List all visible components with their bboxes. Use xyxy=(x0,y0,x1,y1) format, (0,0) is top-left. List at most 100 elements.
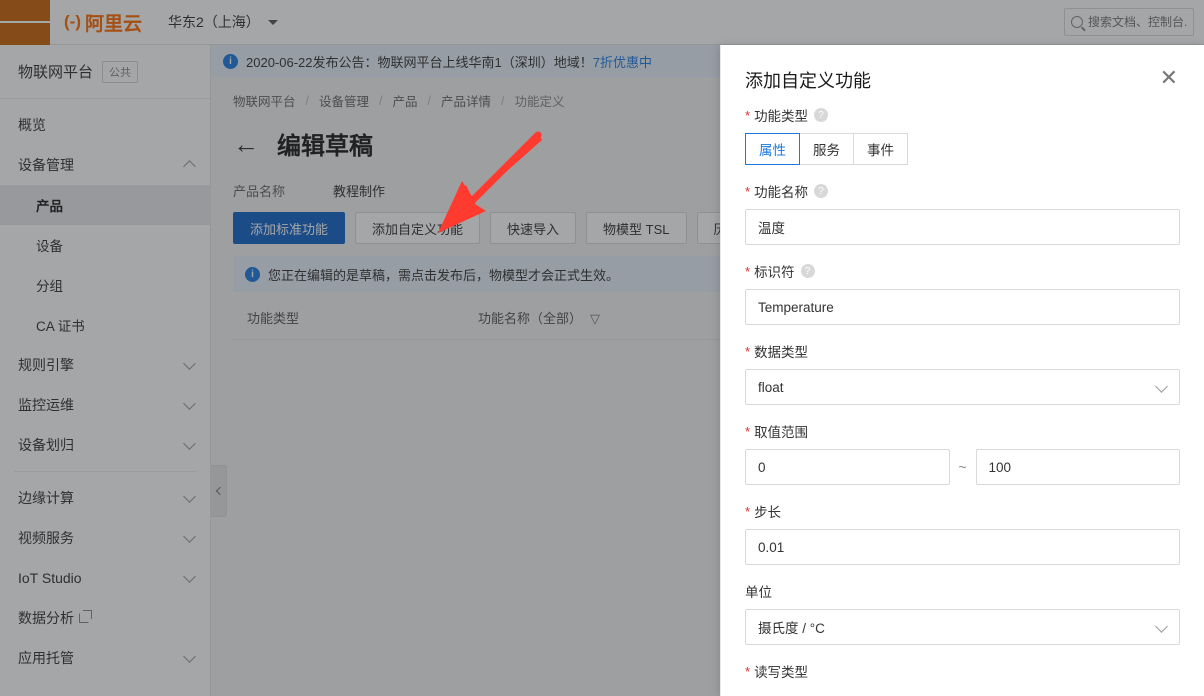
action-button-2[interactable]: 快速导入 xyxy=(490,212,577,244)
label-function-type: * 功能类型 ? xyxy=(745,105,1180,125)
read-write-radio-group: 读写只读 xyxy=(745,689,1180,696)
add-custom-function-drawer: 添加自定义功能 ✕ * 功能类型 ? 属性 服务 事件 * 功能名称 ? 温度 … xyxy=(720,45,1204,696)
action-button-1[interactable]: 添加自定义功能 xyxy=(355,212,481,244)
sidebar-item-label: 产品 xyxy=(36,199,63,214)
action-button-0[interactable]: 添加标准功能 xyxy=(233,212,346,244)
page-title: 编辑草稿 xyxy=(277,133,373,160)
chevron-down-icon xyxy=(183,570,196,583)
close-icon[interactable]: ✕ xyxy=(1158,67,1180,89)
sidebar-item-5[interactable]: CA 证书 xyxy=(0,305,210,345)
chevron-down-icon xyxy=(183,357,196,370)
field-read-write-type: * 读写类型 读写只读 xyxy=(745,661,1180,696)
sidebar-item-4[interactable]: 分组 xyxy=(0,265,210,305)
range-max-input[interactable] xyxy=(975,449,1180,485)
breadcrumb-item-0[interactable]: 物联网平台 xyxy=(233,91,296,110)
help-icon[interactable]: ? xyxy=(814,184,829,198)
breadcrumb-separator: / xyxy=(379,93,383,108)
sidebar-item-7[interactable]: 监控运维 xyxy=(0,385,210,425)
region-selector[interactable]: 华东2（上海） xyxy=(168,12,278,32)
sidebar-item-label: 设备 xyxy=(36,239,63,254)
filter-icon[interactable] xyxy=(590,311,602,327)
sidebar-item-label: IoT Studio xyxy=(18,570,82,586)
sidebar-item-label: 分组 xyxy=(36,279,63,294)
function-type-option-1[interactable]: 服务 xyxy=(799,133,854,165)
label-data-type-text: 数据类型 xyxy=(754,345,809,360)
sidebar-item-1[interactable]: 设备管理 xyxy=(0,145,210,185)
aliyun-mark-icon: (-) xyxy=(64,12,81,31)
drawer-title: 添加自定义功能 xyxy=(745,71,871,91)
sidebar-item-label: 边缘计算 xyxy=(18,490,74,506)
announcement-link[interactable]: 7折优惠中 xyxy=(593,52,652,71)
label-data-type: * 数据类型 xyxy=(745,341,1180,361)
chevron-down-icon xyxy=(183,397,196,410)
range-separator: ~ xyxy=(958,459,967,475)
identifier-input[interactable] xyxy=(745,289,1180,325)
unit-select[interactable] xyxy=(745,609,1180,645)
label-identifier: * 标识符 ? xyxy=(745,261,1180,281)
table-header-function-name-label: 功能名称（全部） xyxy=(478,311,583,326)
breadcrumb-item-1[interactable]: 设备管理 xyxy=(319,91,369,110)
label-unit: 单位 xyxy=(745,581,1180,601)
breadcrumb-separator: / xyxy=(427,93,431,108)
sidebar-item-12[interactable]: 数据分析 xyxy=(0,598,210,638)
sidebar-collapse-handle[interactable] xyxy=(211,465,227,517)
chevron-down-icon xyxy=(183,437,196,450)
unit-select-wrap xyxy=(745,609,1180,645)
sidebar-item-0[interactable]: 概览 xyxy=(0,105,210,145)
data-type-select[interactable] xyxy=(745,369,1180,405)
sidebar-item-8[interactable]: 设备划归 xyxy=(0,425,210,465)
value-range-row: ~ xyxy=(745,449,1180,485)
sidebar-item-10[interactable]: 视频服务 xyxy=(0,518,210,558)
sidebar-item-label: 设备管理 xyxy=(18,157,74,173)
sidebar-item-label: 概览 xyxy=(18,117,46,133)
field-function-type: * 功能类型 ? 属性 服务 事件 xyxy=(745,105,1180,165)
breadcrumb-item-4: 功能定义 xyxy=(514,95,565,109)
external-link-icon xyxy=(79,610,92,623)
label-value-range: * 取值范围 xyxy=(745,421,1180,441)
global-search-input[interactable] xyxy=(1088,15,1187,29)
function-name-input[interactable] xyxy=(745,209,1180,245)
sidebar-item-6[interactable]: 规则引擎 xyxy=(0,345,210,385)
draft-notice-text: 您正在编辑的是草稿，需点击发布后，物模型才会正式生效。 xyxy=(268,267,620,283)
function-type-option-0[interactable]: 属性 xyxy=(745,133,800,165)
label-read-write-type-text: 读写类型 xyxy=(754,665,809,680)
top-navigation-bar: (-) 阿里云 华东2（上海） xyxy=(0,0,1204,45)
sidebar-item-label: 设备划归 xyxy=(18,437,74,453)
chevron-down-icon xyxy=(183,530,196,543)
sidebar-menu: 概览设备管理产品设备分组 CA 证书 规则引擎 监控运维设备划归边缘计算视频服务 IoT… xyxy=(0,99,210,678)
sidebar-item-3[interactable]: 设备 xyxy=(0,225,210,265)
breadcrumb-item-3[interactable]: 产品详情 xyxy=(441,91,491,110)
table-header-function-name: 功能名称（全部） xyxy=(478,308,602,327)
help-icon[interactable]: ? xyxy=(814,108,829,122)
required-marker: * xyxy=(745,263,751,279)
left-sidebar: 物联网平台 公共 概览设备管理产品设备分组 CA 证书 规则引擎 监控运维设备划归边缘… xyxy=(0,45,211,696)
table-header-function-type: 功能类型 xyxy=(247,311,300,326)
brand-name: 阿里云 xyxy=(84,13,142,35)
announcement-text: 2020-06-22发布公告：物联网平台上线华南1（深圳）地域！ xyxy=(246,54,593,70)
breadcrumb-item-2[interactable]: 产品 xyxy=(393,91,418,110)
sidebar-item-2[interactable]: 产品 xyxy=(0,185,210,225)
sidebar-item-13[interactable]: 应用托管 xyxy=(0,638,210,678)
help-icon[interactable]: ? xyxy=(800,264,815,278)
field-data-type: * 数据类型 xyxy=(745,341,1180,405)
back-arrow-icon[interactable]: ← xyxy=(233,131,259,157)
step-input[interactable] xyxy=(745,529,1180,565)
function-type-option-2[interactable]: 事件 xyxy=(853,133,908,165)
sidebar-divider xyxy=(14,471,196,472)
sidebar-header: 物联网平台 公共 xyxy=(0,45,210,99)
label-function-name-text: 功能名称 xyxy=(754,185,809,200)
required-marker: * xyxy=(745,343,751,359)
sidebar-item-9[interactable]: 边缘计算 xyxy=(0,478,210,518)
required-marker: * xyxy=(745,663,751,679)
brand-logo[interactable]: (-) 阿里云 xyxy=(64,9,142,36)
sidebar-item-label: 数据分析 xyxy=(18,608,92,628)
action-button-3[interactable]: 物模型 TSL xyxy=(586,212,687,244)
field-unit: 单位 xyxy=(745,581,1180,645)
global-search-box[interactable] xyxy=(1064,8,1194,36)
sidebar-product-tag: 公共 xyxy=(102,60,139,83)
sidebar-item-11[interactable]: IoT Studio xyxy=(0,558,210,598)
hamburger-menu-icon[interactable] xyxy=(0,0,51,45)
chevron-down-icon xyxy=(183,490,196,503)
chevron-down-icon xyxy=(183,650,196,663)
range-min-input[interactable] xyxy=(745,449,950,485)
